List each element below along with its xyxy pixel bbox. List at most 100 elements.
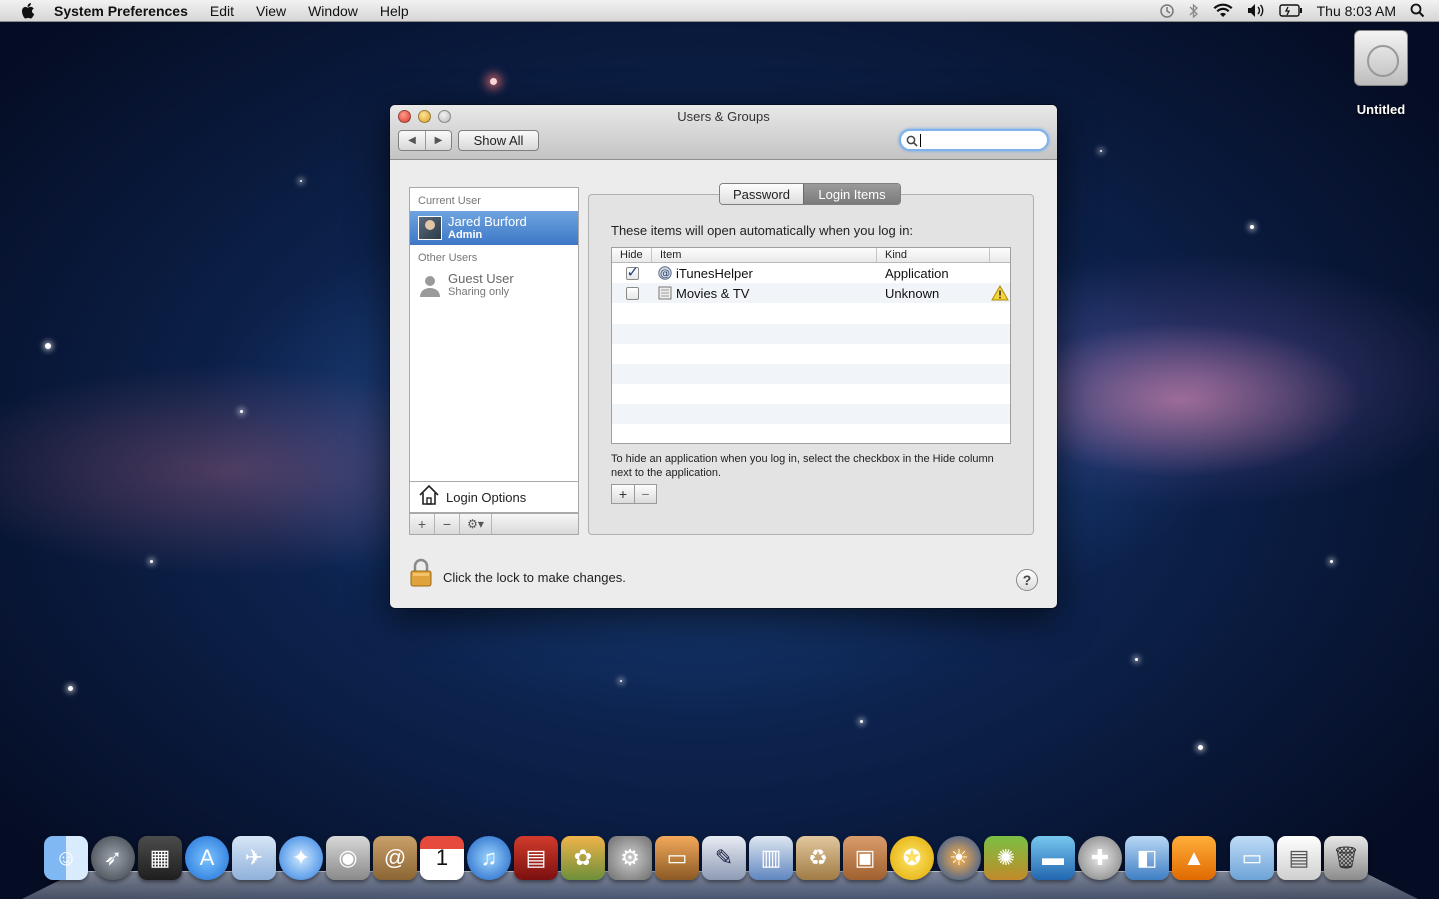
wifi-icon[interactable] xyxy=(1213,3,1233,18)
user-list-toolbar: + − ⚙▾ xyxy=(409,513,579,535)
cyberduck-icon[interactable]: ✪ xyxy=(890,836,934,880)
menu-clock[interactable]: Thu 8:03 AM xyxy=(1317,3,1396,19)
facetime-icon[interactable]: ◉ xyxy=(326,836,370,880)
preview-icon[interactable]: ✈ xyxy=(232,836,276,880)
iphoto-icon[interactable]: ✿ xyxy=(561,836,605,880)
volume-icon[interactable] xyxy=(1247,3,1265,18)
window-title: Users & Groups xyxy=(677,109,770,124)
login-items-toolbar: + − xyxy=(611,484,657,504)
lock-icon[interactable] xyxy=(409,558,433,593)
numbers-icon[interactable]: ▥ xyxy=(749,836,793,880)
remote-desktop-icon[interactable]: ▬ xyxy=(1031,836,1075,880)
documents-folder-icon[interactable]: ▭ xyxy=(1230,836,1274,880)
textedit-icon[interactable]: ✎ xyxy=(702,836,746,880)
flashcard-icon[interactable]: ◧ xyxy=(1125,836,1169,880)
system-preferences-icon[interactable]: ⚙ xyxy=(608,836,652,880)
table-row[interactable]: Movies & TV Unknown xyxy=(612,283,1010,303)
login-options-label: Login Options xyxy=(446,489,527,505)
menu-window[interactable]: Window xyxy=(308,3,358,19)
desktop-drive-label: Untitled xyxy=(1356,102,1406,117)
star xyxy=(1198,745,1203,750)
spotlight-icon[interactable] xyxy=(1410,3,1425,18)
time-machine-icon[interactable] xyxy=(1159,3,1175,19)
tab-login-items[interactable]: Login Items xyxy=(803,184,900,204)
lock-text: Click the lock to make changes. xyxy=(443,570,626,585)
launchpad-icon[interactable]: ➶ xyxy=(91,836,135,880)
tab-password[interactable]: Password xyxy=(720,184,803,204)
cocktail-icon[interactable]: ✺ xyxy=(984,836,1028,880)
user-row-current[interactable]: Jared Burford Admin xyxy=(410,211,578,245)
star xyxy=(68,686,73,691)
column-header-item[interactable]: Item xyxy=(652,248,877,262)
item-kind: Application xyxy=(885,265,949,281)
user-name: Guest User xyxy=(448,270,514,286)
disk-utility-icon[interactable]: ✚ xyxy=(1078,836,1122,880)
hide-checkbox[interactable] xyxy=(625,263,639,281)
downloads-stack-icon[interactable]: ▤ xyxy=(1277,836,1321,880)
back-arrow-icon[interactable]: ◀ xyxy=(399,131,425,150)
menu-app-name[interactable]: System Preferences xyxy=(54,3,188,19)
table-row[interactable]: @ iTunesHelper Application xyxy=(612,263,1010,283)
bluetooth-icon[interactable] xyxy=(1189,3,1199,19)
compress-icon[interactable]: ▣ xyxy=(843,836,887,880)
tab-bar: Password Login Items xyxy=(719,183,901,205)
keynote-icon[interactable]: ▭ xyxy=(655,836,699,880)
archive-utility-icon[interactable]: ♻ xyxy=(796,836,840,880)
column-header-hide[interactable]: Hide xyxy=(612,248,652,262)
search-input[interactable] xyxy=(899,129,1049,151)
desktop-drive[interactable]: Untitled xyxy=(1346,30,1416,117)
star xyxy=(490,78,497,85)
item-name: iTunesHelper xyxy=(676,265,753,281)
forward-arrow-icon[interactable]: ▶ xyxy=(425,131,451,150)
hard-drive-icon xyxy=(1354,30,1408,86)
finder-icon[interactable]: ☺ xyxy=(44,836,88,880)
apple-menu-icon[interactable] xyxy=(18,0,40,22)
dock-separator xyxy=(1219,836,1227,888)
gear-icon[interactable]: ⚙▾ xyxy=(460,514,492,534)
star xyxy=(45,343,51,349)
star xyxy=(1135,658,1138,661)
hide-checkbox[interactable] xyxy=(625,286,639,300)
svg-text:@: @ xyxy=(660,269,670,280)
menu-edit[interactable]: Edit xyxy=(210,3,234,19)
login-options-item[interactable]: Login Options xyxy=(409,481,579,513)
star xyxy=(620,680,622,682)
user-role: Admin xyxy=(448,228,483,241)
trash-icon[interactable]: 🗑 xyxy=(1324,836,1368,880)
address-book-icon[interactable]: @ xyxy=(373,836,417,880)
ical-icon[interactable]: 1 xyxy=(420,836,464,880)
login-items-heading: These items will open automatically when… xyxy=(611,223,914,238)
dock: ☺ ➶ ▦ A ✈ ✦ ◉ @ 1 ♫ ▤ ✿ ⚙ ▭ ✎ ▥ ♻ ▣ ✪ ☀ … xyxy=(44,836,1368,888)
itunes-icon[interactable]: ♫ xyxy=(467,836,511,880)
text-caret xyxy=(920,134,921,147)
star xyxy=(1100,150,1102,152)
search-icon xyxy=(906,134,918,152)
remove-login-item-button[interactable]: − xyxy=(634,485,656,503)
star xyxy=(860,720,863,723)
vlc-icon[interactable]: ▲ xyxy=(1172,836,1216,880)
firefox-icon[interactable]: ☀ xyxy=(937,836,981,880)
app-store-icon[interactable]: A xyxy=(185,836,229,880)
menu-view[interactable]: View xyxy=(256,3,286,19)
show-all-button[interactable]: Show All xyxy=(458,130,539,151)
user-row-guest[interactable]: Guest User Sharing only xyxy=(410,268,578,302)
photo-slideshow-icon[interactable]: ▤ xyxy=(514,836,558,880)
column-header-kind[interactable]: Kind xyxy=(877,248,990,262)
photo-booth-icon[interactable]: ▦ xyxy=(138,836,182,880)
menu-help[interactable]: Help xyxy=(380,3,409,19)
title-bar[interactable]: Users & Groups ◀ ▶ Show All xyxy=(390,105,1057,160)
star xyxy=(1250,225,1254,229)
star xyxy=(300,180,302,182)
item-kind: Unknown xyxy=(885,285,940,301)
remove-user-button[interactable]: − xyxy=(435,514,460,534)
avatar xyxy=(418,216,442,240)
add-login-item-button[interactable]: + xyxy=(612,485,634,503)
add-user-button[interactable]: + xyxy=(410,514,435,534)
battery-icon[interactable] xyxy=(1278,4,1303,17)
help-button[interactable]: ? xyxy=(1016,569,1038,591)
safari-icon[interactable]: ✦ xyxy=(279,836,323,880)
star xyxy=(150,560,153,563)
other-users-header: Other Users xyxy=(418,252,478,264)
guest-user-icon xyxy=(418,273,442,297)
menu-bar: System Preferences Edit View Window Help… xyxy=(0,0,1439,22)
